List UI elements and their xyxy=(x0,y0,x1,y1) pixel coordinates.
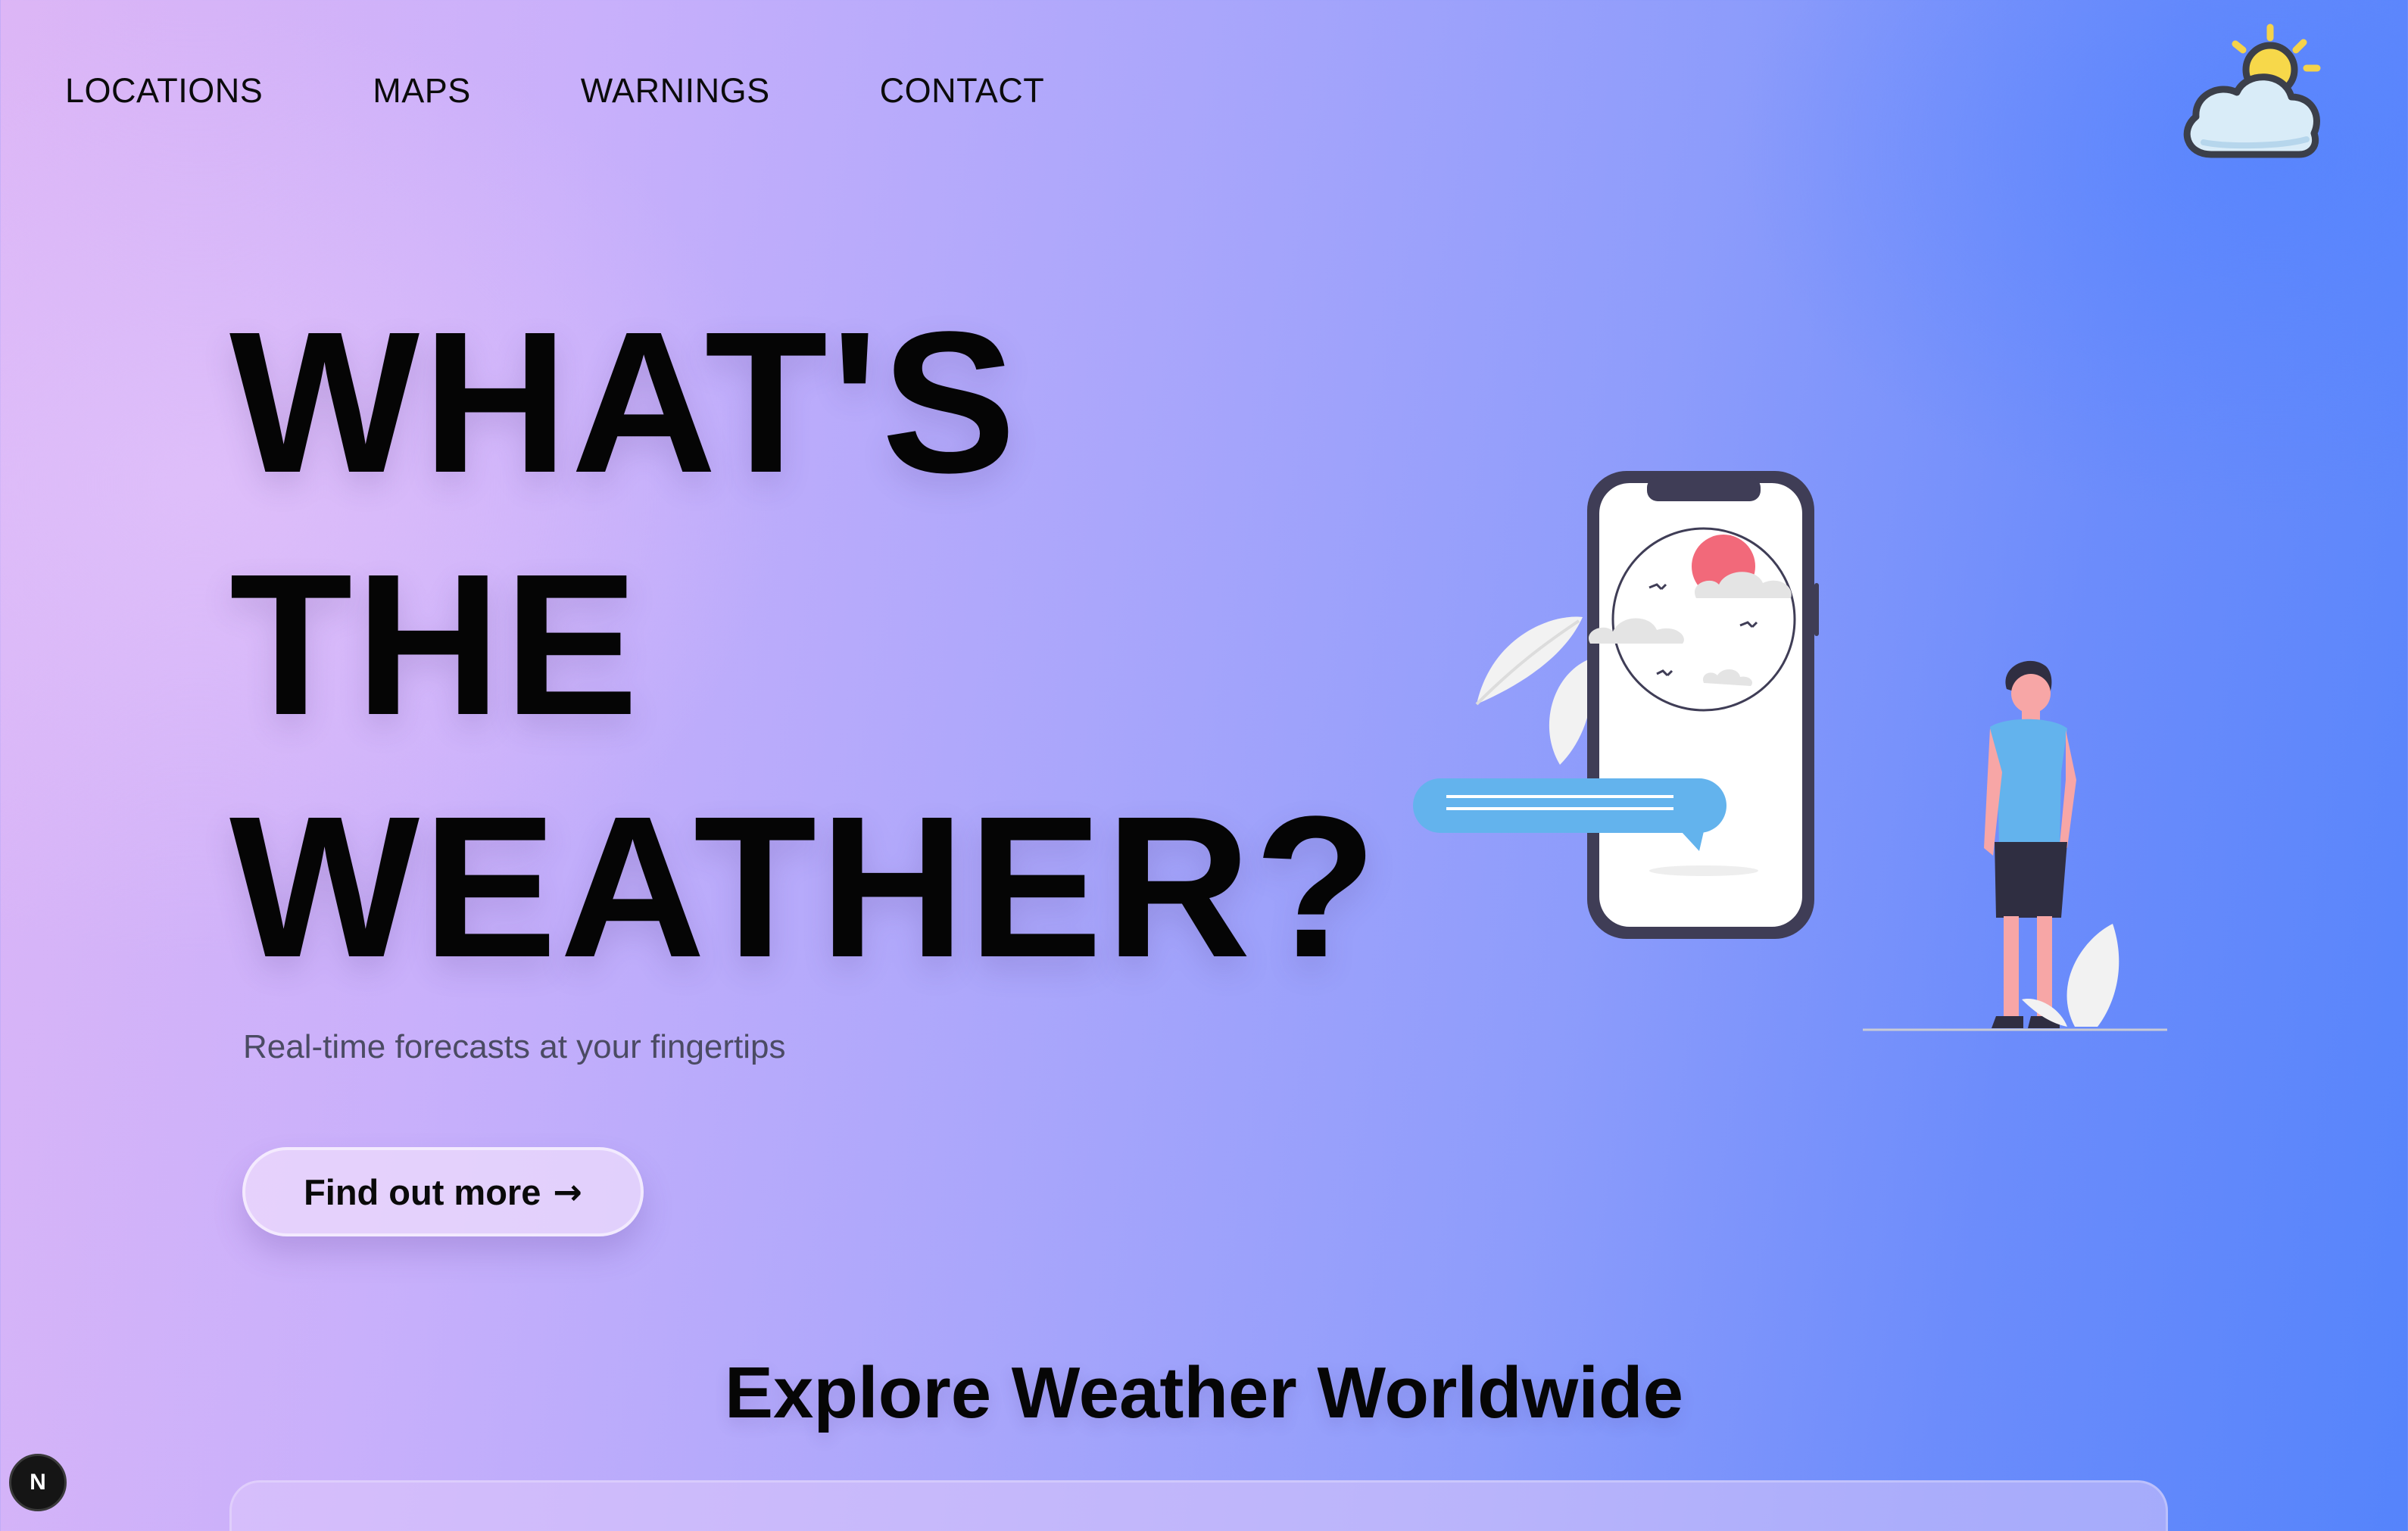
hero-illustration xyxy=(1401,454,2188,1045)
nav-maps[interactable]: MAPS xyxy=(373,68,471,114)
hero-title-line-1: WHAT'S xyxy=(229,290,1019,515)
find-out-more-button[interactable]: Find out more → xyxy=(242,1147,644,1236)
phone-illustration xyxy=(1587,471,1819,939)
leaf-left-decoration xyxy=(1475,616,1592,765)
arrow-right-icon: → xyxy=(553,1171,582,1212)
hero-title: WHAT'S THE WEATHER? xyxy=(229,282,1380,1009)
explore-card xyxy=(229,1480,2168,1531)
dev-tools-badge[interactable]: N xyxy=(9,1454,67,1511)
nav-contact[interactable]: CONTACT xyxy=(880,68,1045,114)
weather-logo-icon[interactable] xyxy=(2173,17,2325,168)
find-out-more-label: Find out more xyxy=(304,1171,541,1212)
nav-warnings[interactable]: WARNINGS xyxy=(581,68,770,114)
nav-locations[interactable]: LOCATIONS xyxy=(65,68,263,114)
person-illustration xyxy=(1984,660,2076,1028)
leaf-right-decoration xyxy=(2022,924,2119,1027)
hero-subtitle: Real-time forecasts at your fingertips xyxy=(243,1028,786,1065)
section-title: Explore Weather Worldwide xyxy=(724,1352,1684,1433)
hero-title-line-3: WEATHER? xyxy=(229,775,1380,999)
main-nav: LOCATIONS MAPS WARNINGS CONTACT xyxy=(65,68,1154,114)
hero-title-line-2: THE xyxy=(229,532,641,757)
